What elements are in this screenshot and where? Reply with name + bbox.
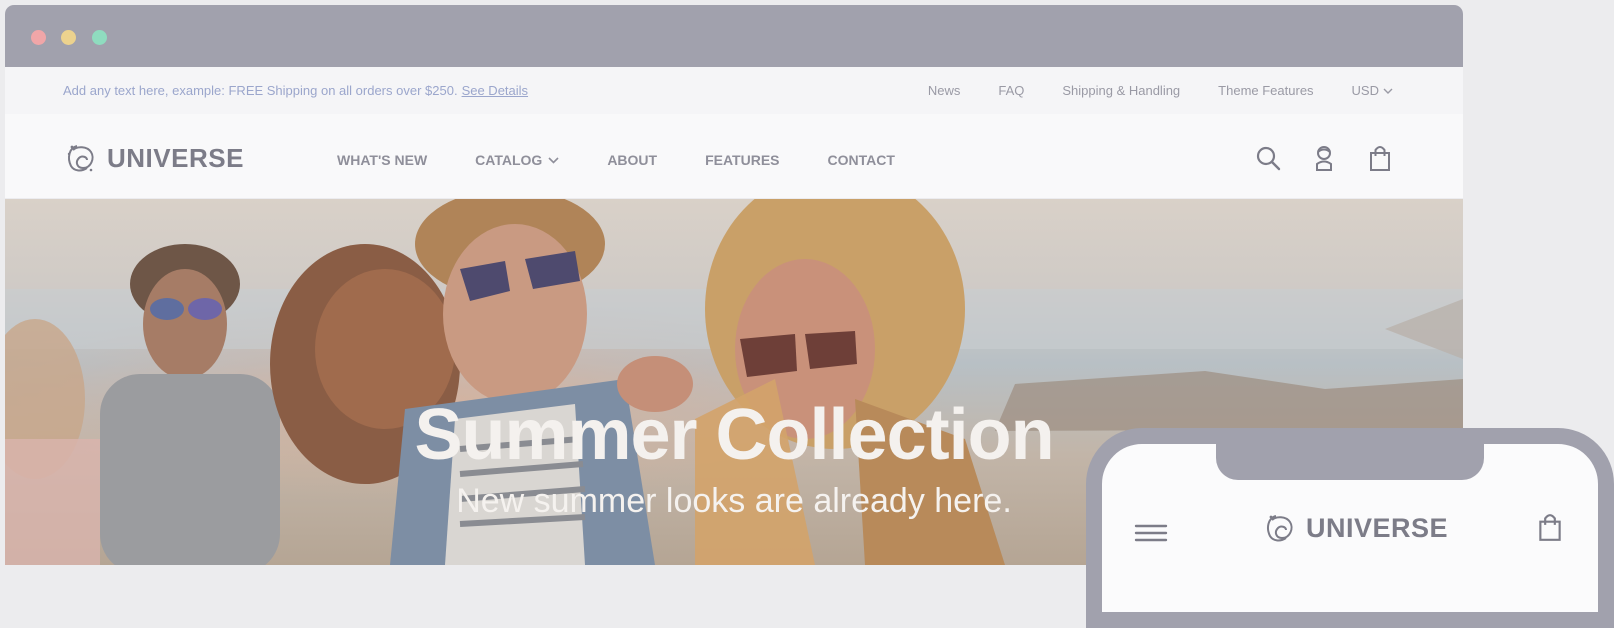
account-icon[interactable] <box>1311 144 1337 172</box>
util-link-shipping[interactable]: Shipping & Handling <box>1062 83 1180 98</box>
browser-titlebar <box>5 5 1463 67</box>
menu-item-contact[interactable]: CONTACT <box>828 152 895 168</box>
close-window-button[interactable] <box>31 30 46 45</box>
menu-item-label: WHAT'S NEW <box>337 152 428 168</box>
menu-item-label: FEATURES <box>705 152 780 168</box>
primary-menu: WHAT'S NEW CATALOG ABOUT FEATURES CONTAC… <box>337 152 943 168</box>
util-link-theme-features[interactable]: Theme Features <box>1218 83 1313 98</box>
announcement-text: Add any text here, example: FREE Shippin… <box>63 83 528 98</box>
universe-logo-icon <box>67 145 94 172</box>
util-link-news[interactable]: News <box>928 83 961 98</box>
menu-item-features[interactable]: FEATURES <box>705 152 779 168</box>
minimize-window-button[interactable] <box>61 30 76 45</box>
cart-bag-icon[interactable] <box>1367 144 1393 172</box>
header-icons <box>1255 144 1393 172</box>
search-icon[interactable] <box>1255 144 1281 172</box>
see-details-link[interactable]: See Details <box>462 83 528 98</box>
menu-item-label: CATALOG <box>475 152 543 168</box>
menu-item-catalog[interactable]: CATALOG <box>475 152 559 168</box>
menu-item-whats-new[interactable]: WHAT'S NEW <box>337 152 427 168</box>
mobile-brand-name: UNIVERSE <box>1306 512 1449 543</box>
chevron-down-icon <box>1383 88 1393 94</box>
phone-notch <box>1216 442 1484 480</box>
cart-bag-icon[interactable] <box>1536 512 1564 542</box>
menu-item-about[interactable]: ABOUT <box>607 152 657 168</box>
currency-label: USD <box>1351 83 1379 98</box>
maximize-window-button[interactable] <box>92 30 107 45</box>
mobile-preview-frame: UNIVERSE <box>1086 428 1614 628</box>
announcement-bar: Add any text here, example: FREE Shippin… <box>5 67 1463 114</box>
menu-item-label: CONTACT <box>827 152 895 168</box>
brand-name: UNIVERSE <box>107 142 244 173</box>
promo-message: Add any text here, example: FREE Shippin… <box>63 83 458 98</box>
utility-links: News FAQ Shipping & Handling Theme Featu… <box>928 83 1393 98</box>
main-navbar: UNIVERSE WHAT'S NEW CATALOG ABOUT FEATUR… <box>5 114 1463 199</box>
menu-item-label: ABOUT <box>607 152 658 168</box>
util-link-faq[interactable]: FAQ <box>998 83 1024 98</box>
brand-logo[interactable]: UNIVERSE <box>63 140 244 176</box>
currency-selector[interactable]: USD <box>1352 83 1393 98</box>
chevron-down-icon <box>548 156 559 164</box>
